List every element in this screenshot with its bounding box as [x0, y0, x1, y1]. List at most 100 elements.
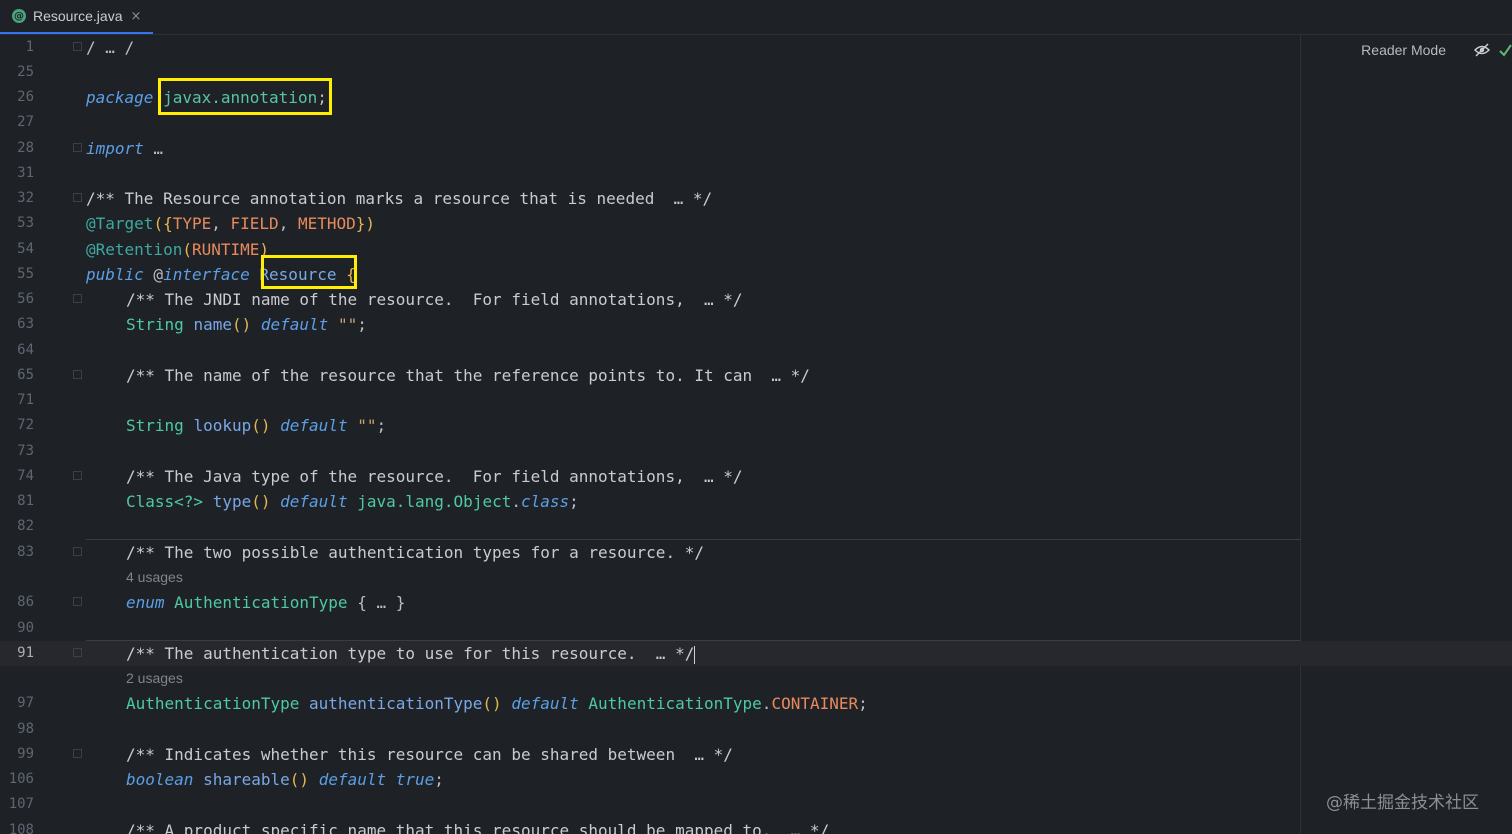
- keyword: default: [511, 694, 579, 713]
- tab-label: Resource.java: [33, 8, 123, 24]
- line-number: 25: [17, 64, 34, 80]
- usages-hint[interactable]: 2 usages: [126, 666, 183, 691]
- line-number: 107: [8, 796, 34, 812]
- comma: ,: [278, 214, 298, 233]
- enum-constant: CONTAINER: [771, 694, 859, 713]
- semicolon: ;: [357, 315, 367, 334]
- line-number: 56: [17, 291, 34, 307]
- code-line: 56 /** The JNDI name of the resource. Fo…: [0, 287, 1512, 312]
- line-number: 54: [17, 241, 34, 257]
- comma: ,: [211, 214, 231, 233]
- code-text: String lookup() default "";: [126, 413, 386, 438]
- code-line: 54 @Retention(RUNTIME): [0, 237, 1512, 262]
- code-line: 72 String lookup() default "";: [0, 413, 1512, 438]
- line-number: 27: [17, 114, 34, 130]
- highlight-box-package: [158, 78, 332, 115]
- keyword: default: [280, 416, 348, 435]
- code-line: 99 /** Indicates whether this resource c…: [0, 742, 1512, 767]
- brace: {: [163, 214, 173, 233]
- doc-comment: /** The authentication type to use for t…: [126, 644, 695, 663]
- keyword: public: [86, 265, 144, 284]
- line-number: 53: [17, 215, 34, 231]
- code-line: 64: [0, 338, 1512, 363]
- type: String: [126, 315, 184, 334]
- method-name: authenticationType: [309, 694, 483, 713]
- code-line: 4 usages: [0, 565, 1512, 590]
- code-line: 71: [0, 388, 1512, 413]
- highlight-box-resource: [261, 255, 357, 289]
- fold-icon[interactable]: [73, 370, 82, 379]
- fold-icon[interactable]: [73, 547, 82, 556]
- code-line: 2 usages: [0, 666, 1512, 691]
- code-line: 55 public @interface Resource {: [0, 262, 1512, 287]
- dot: .: [761, 694, 772, 713]
- fold-icon[interactable]: [73, 193, 82, 202]
- tab-resource-java[interactable]: @ Resource.java ×: [0, 0, 153, 34]
- paren: (: [153, 214, 164, 233]
- code-line: 73: [0, 439, 1512, 464]
- fold-icon[interactable]: [73, 294, 82, 303]
- method-name: shareable: [203, 770, 290, 789]
- enum-constant: METHOD: [297, 214, 356, 233]
- code-line: 74 /** The Java type of the resource. Fo…: [0, 464, 1512, 489]
- line-number: 1: [25, 39, 34, 55]
- annotation: @Retention: [86, 240, 183, 259]
- line-number: 31: [17, 165, 34, 181]
- code-line: 83 /** The two possible authentication t…: [0, 540, 1512, 565]
- close-icon[interactable]: ×: [131, 9, 142, 24]
- line-number: 106: [8, 771, 34, 787]
- semicolon: ;: [376, 416, 387, 435]
- code-line: 65 /** The name of the resource that the…: [0, 363, 1512, 388]
- fold-icon[interactable]: [73, 42, 82, 51]
- code-line: 63 String name() default "";: [0, 312, 1512, 337]
- line-number: 82: [17, 518, 34, 534]
- code-text: @Retention(RUNTIME): [86, 237, 269, 262]
- type: String: [126, 416, 184, 435]
- fold-icon[interactable]: [73, 648, 82, 657]
- code-line: 32 /** The Resource annotation marks a r…: [0, 186, 1512, 211]
- code-text: @Target({TYPE, FIELD, METHOD}): [86, 211, 375, 236]
- line-number: 74: [17, 468, 34, 484]
- fold-icon[interactable]: [73, 597, 82, 606]
- editor-tab-bar: @ Resource.java ×: [0, 0, 1512, 35]
- at-sign: @: [143, 265, 164, 284]
- code-editor[interactable]: 1 / … / 25 26 package javax.annotation; …: [0, 35, 1512, 834]
- enum-constant: TYPE: [172, 214, 212, 233]
- keyword: interface: [163, 265, 250, 284]
- paren: ): [365, 214, 376, 233]
- code-line: 108 /** A product specific name that thi…: [0, 818, 1512, 834]
- semicolon: ;: [858, 694, 868, 713]
- folded-imports[interactable]: …: [144, 139, 163, 158]
- fold-icon[interactable]: [73, 471, 82, 480]
- keyword: package: [86, 88, 154, 107]
- usages-hint[interactable]: 4 usages: [126, 565, 183, 590]
- line-number: 99: [17, 746, 34, 762]
- fold-icon[interactable]: [73, 749, 82, 758]
- brace: }: [355, 214, 366, 233]
- keyword: import: [86, 139, 144, 158]
- keyword: default: [280, 492, 348, 511]
- code-line: 28 import …: [0, 136, 1512, 161]
- paren: (): [231, 315, 252, 334]
- doc-comment: /** The Resource annotation marks a reso…: [86, 189, 713, 208]
- string-literal: "": [357, 416, 377, 435]
- code-text: /** The authentication type to use for t…: [126, 641, 696, 666]
- line-number: 64: [17, 342, 34, 358]
- code-text: boolean shareable() default true;: [126, 767, 444, 792]
- method-name: lookup: [193, 416, 252, 435]
- keyword: default: [318, 770, 387, 789]
- fold-icon[interactable]: [73, 143, 82, 152]
- enum-constant: RUNTIME: [191, 240, 260, 259]
- method-name: name: [193, 315, 232, 334]
- code-text: enum AuthenticationType { … }: [126, 590, 405, 615]
- folded-body[interactable]: { … }: [348, 593, 405, 612]
